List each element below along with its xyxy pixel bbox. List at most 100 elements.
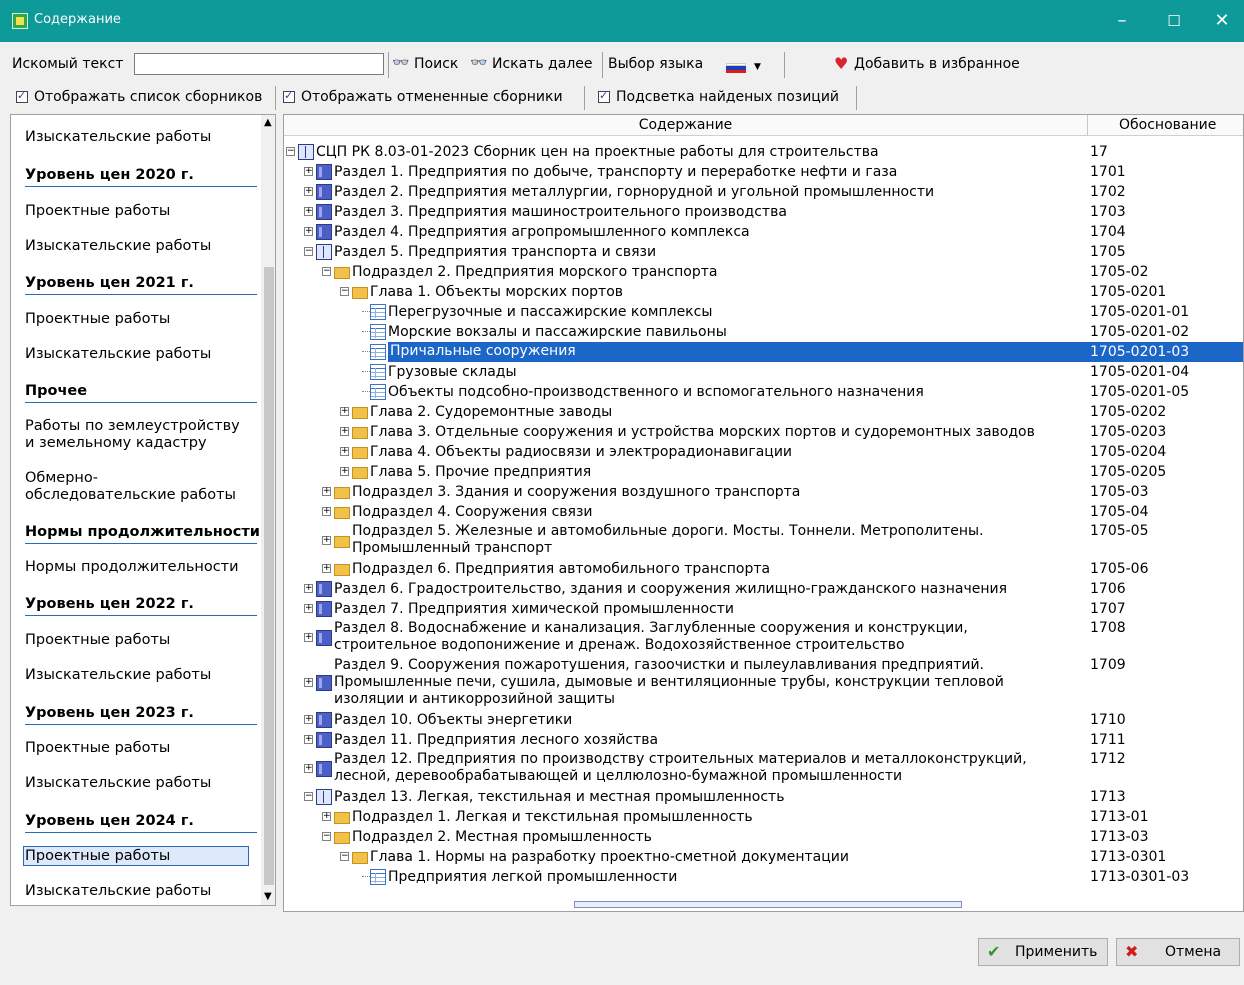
highlight-label: Подсветка найденых позиций	[616, 89, 840, 105]
collection-item[interactable]: Изыскательские работы	[25, 667, 245, 684]
highlight-checkbox[interactable]	[598, 89, 610, 103]
tree-row[interactable]: − Раздел 5. Предприятия транспорта и связ…	[284, 242, 1243, 262]
expand-icon[interactable]: +	[340, 447, 349, 456]
tree-row[interactable]: Причальные сооружения 1705-0201-03	[284, 342, 1243, 362]
collection-item[interactable]: Обмерно-обследовательские работы	[25, 470, 245, 504]
tree-row[interactable]: + Глава 5. Прочие предприятия 1705-0205	[284, 462, 1243, 482]
expand-icon[interactable]: +	[304, 167, 313, 176]
apply-button[interactable]: ✔ Применить	[978, 938, 1108, 966]
maximize-button[interactable]: ☐	[1152, 8, 1196, 34]
tree-row[interactable]: + Подраздел 4. Сооружения связи 1705-04	[284, 502, 1243, 522]
tree-row[interactable]: + Глава 3. Отдельные сооружения и устройс…	[284, 422, 1243, 442]
collection-item[interactable]: Проектные работы	[25, 740, 245, 757]
expand-icon[interactable]: +	[322, 487, 331, 496]
collection-item[interactable]: Нормы продолжительности	[25, 559, 245, 576]
tree-row[interactable]: Перегрузочные и пассажирские комплексы 17…	[284, 302, 1243, 322]
book-icon	[316, 675, 332, 691]
expand-icon[interactable]: +	[304, 678, 313, 687]
tree-row[interactable]: − Подраздел 2. Местная промышленность 1713…	[284, 827, 1243, 847]
expand-icon[interactable]: +	[304, 187, 313, 196]
tree-row[interactable]: + Подраздел 6. Предприятия автомобильного…	[284, 559, 1243, 579]
tree-row[interactable]: Предприятия легкой промышленности 1713-03…	[284, 867, 1243, 887]
collection-item[interactable]: Изыскательские работы	[25, 129, 245, 146]
tree-row[interactable]: − СЦП РК 8.03-01-2023 Сборник цен на прое…	[284, 142, 1243, 162]
tree-row[interactable]: + Раздел 6. Градостроительство, здания и …	[284, 579, 1243, 599]
tree-row[interactable]: − Глава 1. Нормы на разработку проектно-с…	[284, 847, 1243, 867]
tree-row[interactable]: + Раздел 2. Предприятия металлургии, горн…	[284, 182, 1243, 202]
collapse-icon[interactable]: −	[340, 852, 349, 861]
language-dropdown[interactable]: ▼	[724, 60, 766, 74]
tree-row[interactable]: + Раздел 3. Предприятия машиностроительно…	[284, 202, 1243, 222]
column-basis-header[interactable]: Обоснование	[1119, 117, 1216, 133]
tree-row[interactable]: + Подраздел 3. Здания и сооружения воздуш…	[284, 482, 1243, 502]
expand-icon[interactable]: +	[304, 735, 313, 744]
collapse-icon[interactable]: −	[322, 832, 331, 841]
binoculars-icon: 👓	[392, 55, 410, 71]
expand-icon[interactable]: +	[304, 604, 313, 613]
collections-list[interactable]: Изыскательские работы Уровень цен 2020 г.…	[10, 114, 276, 906]
tree-connector	[362, 311, 370, 312]
expand-icon[interactable]: +	[304, 207, 313, 216]
scroll-up-icon[interactable]: ▲	[264, 117, 272, 128]
minimize-button[interactable]: –	[1100, 8, 1144, 34]
tree-row[interactable]: + Раздел 4. Предприятия агропромышленного…	[284, 222, 1243, 242]
close-button[interactable]: ✕	[1200, 8, 1244, 34]
tree-row[interactable]: + Глава 4. Объекты радиосвязи и электрора…	[284, 442, 1243, 462]
tree-row[interactable]: + Раздел 10. Объекты энергетики 1710	[284, 710, 1243, 730]
tree-row[interactable]: + Раздел 8. Водоснабжение и канализация. …	[284, 619, 1243, 656]
show-collections-checkbox[interactable]	[16, 89, 28, 103]
collapse-icon[interactable]: −	[322, 267, 331, 276]
tree-row[interactable]: + Подраздел 5. Железные и автомобильные д…	[284, 522, 1243, 559]
expand-icon[interactable]: +	[340, 427, 349, 436]
add-favorite-button[interactable]: ♥ Добавить в избранное	[834, 53, 1034, 75]
tree-row[interactable]: Морские вокзалы и пассажирские павильоны…	[284, 322, 1243, 342]
collection-item[interactable]: Работы по землеустройству и земельному к…	[25, 418, 245, 452]
collection-item[interactable]: Изыскательские работы	[25, 346, 245, 363]
heart-icon: ♥	[834, 54, 849, 73]
cancel-button[interactable]: ✖ Отмена	[1116, 938, 1240, 966]
tree-row[interactable]: + Раздел 7. Предприятия химической промыш…	[284, 599, 1243, 619]
collection-item[interactable]: Изыскательские работы	[25, 883, 245, 900]
collection-item[interactable]: Проектные работы	[25, 632, 245, 649]
tree-row[interactable]: + Раздел 12. Предприятия по производству …	[284, 750, 1243, 787]
collection-item[interactable]: Изыскательские работы	[25, 238, 245, 255]
expand-icon[interactable]: +	[340, 467, 349, 476]
column-divider[interactable]	[1087, 115, 1088, 135]
expand-icon[interactable]: +	[322, 507, 331, 516]
collapse-icon[interactable]: −	[286, 147, 295, 156]
scroll-down-icon[interactable]: ▼	[264, 891, 272, 902]
expand-icon[interactable]: +	[322, 812, 331, 821]
tree-row[interactable]: Грузовые склады 1705-0201-04	[284, 362, 1243, 382]
expand-icon[interactable]: +	[304, 584, 313, 593]
tree-row[interactable]: + Раздел 1. Предприятия по добыче, трансп…	[284, 162, 1243, 182]
tree-row[interactable]: + Раздел 9. Сооружения пожаротушения, газ…	[284, 656, 1243, 710]
collapse-icon[interactable]: −	[304, 247, 313, 256]
tree-row[interactable]: − Глава 1. Объекты морских портов 1705-020…	[284, 282, 1243, 302]
tree-row[interactable]: + Раздел 11. Предприятия лесного хозяйств…	[284, 730, 1243, 750]
collapse-icon[interactable]: −	[304, 792, 313, 801]
book-icon	[316, 712, 332, 728]
expand-icon[interactable]: +	[340, 407, 349, 416]
search-input[interactable]	[134, 53, 384, 75]
expand-icon[interactable]: +	[304, 764, 313, 773]
collection-item[interactable]: Проектные работы	[25, 311, 245, 328]
tree-row[interactable]: + Глава 2. Судоремонтные заводы 1705-0202	[284, 402, 1243, 422]
expand-icon[interactable]: +	[322, 564, 331, 573]
expand-icon[interactable]: +	[304, 715, 313, 724]
collection-item[interactable]: Изыскательские работы	[25, 775, 245, 792]
tree-row[interactable]: + Подраздел 1. Легкая и текстильная промы…	[284, 807, 1243, 827]
column-content-header[interactable]: Содержание	[284, 117, 1087, 133]
tree-row[interactable]: Объекты подсобно-производственного и всп…	[284, 382, 1243, 402]
tree-row[interactable]: − Раздел 13. Легкая, текстильная и местна…	[284, 787, 1243, 807]
expand-icon[interactable]: +	[322, 536, 331, 545]
show-cancelled-checkbox[interactable]	[283, 89, 295, 103]
expand-icon[interactable]: +	[304, 227, 313, 236]
collection-item[interactable]: Проектные работы	[25, 848, 245, 865]
collapse-icon[interactable]: −	[340, 287, 349, 296]
left-scroll-thumb[interactable]	[264, 267, 274, 885]
collection-item[interactable]: Проектные работы	[25, 203, 245, 220]
horizontal-scrollbar[interactable]	[574, 901, 962, 908]
tree-row[interactable]: − Подраздел 2. Предприятия морского транс…	[284, 262, 1243, 282]
expand-icon[interactable]: +	[304, 633, 313, 642]
content-tree[interactable]: Содержание Обоснование − СЦП РК 8.03-01-2…	[283, 114, 1244, 912]
